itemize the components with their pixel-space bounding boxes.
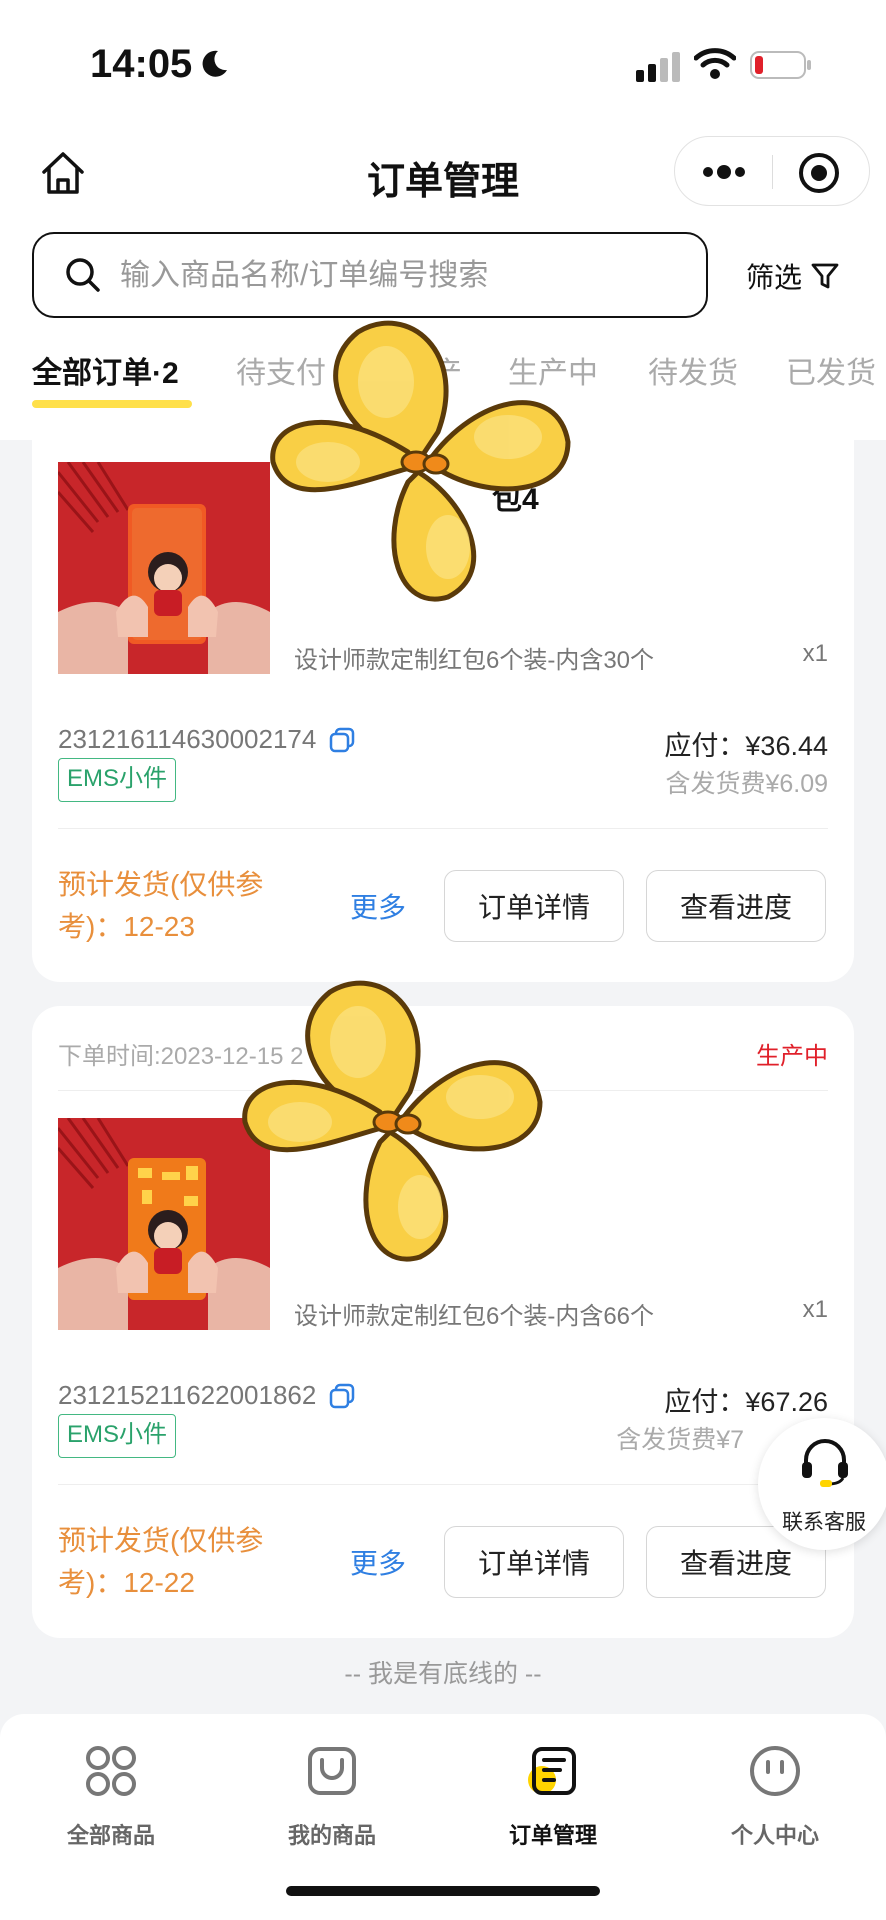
divider [58,828,828,829]
divider [58,1484,828,1485]
more-icon[interactable] [701,157,747,187]
search-box[interactable] [32,232,708,318]
product-quantity: x1 [802,1296,828,1323]
filter-icon [811,263,839,289]
order-tabs: 全部订单·2 待支付 待生产 生产中 待发货 已发货 [0,348,886,418]
order-card[interactable]: 下单时间:2023-12-15 2 生产中 设计师款定制红包6个装-内含66个 … [32,1006,854,1638]
order-number-text: 231215211622001862 [58,1380,317,1410]
red-envelope-image [58,1118,270,1330]
tabbar-label: 个人中心 [730,1823,819,1848]
customer-service-button[interactable]: 联系客服 [758,1418,886,1550]
estimated-ship-date: 预计发货(仅供参考)：12-23 [58,869,264,942]
tab-shipped[interactable]: 已发货 [786,348,876,392]
navigation-bar: 订单管理 [0,130,886,210]
moon-icon [202,50,227,77]
filter-label: 筛选 [746,262,803,293]
copy-icon[interactable] [328,726,356,754]
status-time: 14:05 [90,42,193,86]
more-link[interactable]: 更多 [350,1542,406,1582]
order-number: 231215211622001862 [58,1380,356,1411]
order-number-text: 231216114630002174 [58,724,317,754]
product-spec: 设计师款定制红包6个装-内含30个 [294,647,655,674]
shipping-fee: 含发货费¥6.09 [665,770,828,798]
miniprogram-capsule [674,136,870,206]
red-envelope-image [58,462,270,674]
tabbar-label: 订单管理 [508,1823,597,1848]
product-thumbnail[interactable] [58,1118,270,1330]
order-icon [528,1747,576,1795]
tabbar-label: 我的商品 [287,1823,376,1848]
customer-service-label: 联系客服 [782,1511,866,1534]
amount-payable: 应付：¥36.44 [664,731,828,761]
close-target-icon[interactable] [797,151,841,195]
order-status: 生产中 [756,1043,828,1070]
bag-icon [308,1747,356,1795]
tab-pending-payment[interactable]: 待支付 [236,348,326,392]
capsule-divider [772,155,773,189]
order-number: 231216114630002174 [58,724,356,755]
tabbar-item-profile[interactable]: 个人中心 [690,1734,860,1854]
product-quantity: x1 [802,640,828,667]
tab-in-production[interactable]: 生产中 [508,348,598,392]
view-progress-button[interactable]: 查看进度 [646,870,826,942]
tabbar-item-my-products[interactable]: 我的商品 [247,1734,417,1854]
order-card[interactable]: 设计师款定制红包6个装-内含30个 x1 包4 2312161146300021… [32,440,854,982]
shipping-badge: EMS小件 [58,758,177,802]
battery-icon [750,51,811,79]
filter-button[interactable]: 筛选 [746,256,840,296]
divider [58,1090,828,1091]
active-tab-indicator [32,400,192,408]
product-spec: 设计师款定制红包6个装-内含66个 [294,1303,655,1330]
status-bar: 14:05 [0,0,886,120]
copy-icon[interactable] [328,1382,356,1410]
search-input[interactable] [120,256,680,296]
order-card-header: 下单时间:2023-12-15 2 生产中 [58,1036,828,1076]
order-detail-button[interactable]: 订单详情 [444,870,624,942]
more-link[interactable]: 更多 [350,886,406,926]
order-detail-button[interactable]: 订单详情 [444,1526,624,1598]
tabbar-item-all-products[interactable]: 全部商品 [26,1734,196,1854]
product-thumbnail[interactable] [58,462,270,674]
signal-icon [636,52,680,82]
tabbar-item-order-management[interactable]: 订单管理 [468,1734,638,1854]
tab-pending-shipment[interactable]: 待发货 [648,348,738,392]
shipping-badge: EMS小件 [58,1414,177,1458]
wifi-icon [694,48,736,79]
tabbar-label: 全部商品 [66,1823,155,1848]
shipping-fee: 含发货费¥7 [616,1426,744,1454]
amount-payable: 应付：¥67.26 [664,1387,828,1417]
home-indicator [286,1886,600,1896]
headset-icon [802,1439,848,1487]
order-time: 下单时间:2023-12-15 2 [58,1043,304,1070]
list-end-text: -- 我是有底线的 -- [344,1660,542,1688]
search-icon [66,258,100,292]
product-title-fragment: 包4 [492,483,539,516]
smile-icon [750,1746,800,1796]
tab-pending-production[interactable]: 待生产 [372,348,462,392]
tab-all-orders[interactable]: 全部订单·2 [32,348,179,392]
estimated-ship-date: 预计发货(仅供参考)：12-22 [58,1525,264,1598]
grid-icon [86,1746,136,1796]
